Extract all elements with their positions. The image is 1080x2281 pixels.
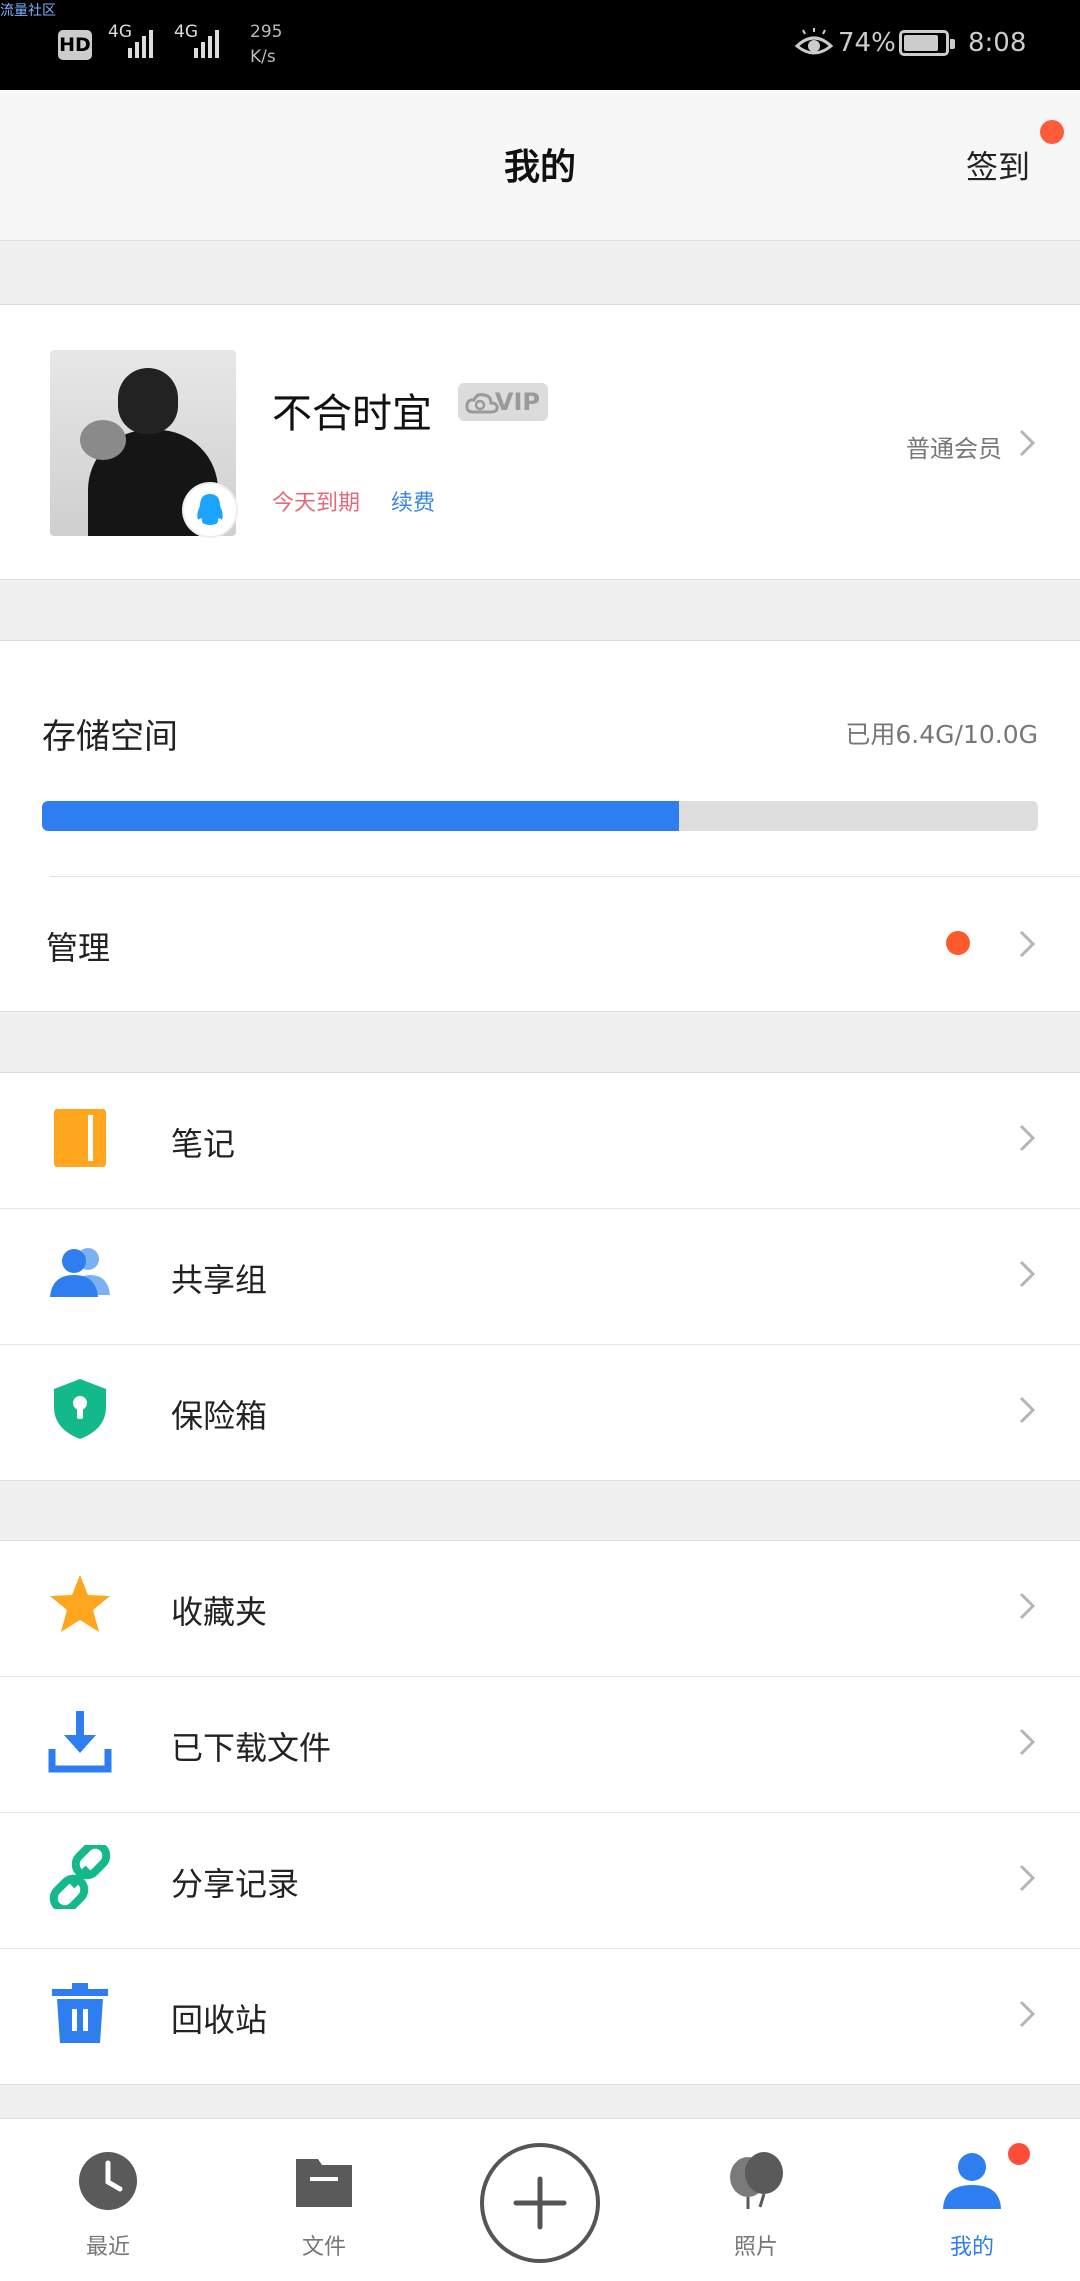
storage-section: 存储空间 已用6.4G/10.0G 管理 xyxy=(0,640,1080,1012)
chevron-right-icon xyxy=(1018,929,1036,959)
header: 我的 签到 xyxy=(0,90,1080,241)
profile-card[interactable]: 不合时宜 VIP 今天到期 续费 普通会员 xyxy=(0,304,1080,580)
expire-text: 今天到期 xyxy=(272,491,361,516)
star-icon xyxy=(50,1575,110,1632)
link-icon xyxy=(49,1845,111,1909)
network-speed: 295 K/s xyxy=(250,20,282,70)
menu-item-label: 保险箱 xyxy=(171,1397,268,1435)
chevron-right-icon xyxy=(1018,1591,1036,1621)
menu-item-favorites[interactable]: 收藏夹 xyxy=(0,1541,1080,1677)
tab-label: 文件 xyxy=(301,2235,346,2260)
page-title: 我的 xyxy=(503,147,576,188)
menu-item-share-history[interactable]: 分享记录 xyxy=(0,1813,1080,1949)
chevron-right-icon xyxy=(1018,1259,1036,1289)
menu-item-label: 已下载文件 xyxy=(171,1729,332,1767)
signal-icon xyxy=(194,30,219,58)
folder-icon xyxy=(296,2159,352,2207)
tab-label: 我的 xyxy=(949,2235,994,2260)
notification-dot xyxy=(1040,120,1064,144)
person-icon xyxy=(943,2153,1001,2209)
tab-photos[interactable]: 照片 xyxy=(686,2119,826,2281)
chevron-right-icon xyxy=(1018,428,1036,458)
checkin-button[interactable]: 签到 xyxy=(966,142,1030,188)
menu-item-recycle-bin[interactable]: 回收站 xyxy=(0,1949,1080,2084)
watermark: 流量社区 xyxy=(0,3,56,19)
menu-item-label: 收藏夹 xyxy=(171,1593,268,1631)
menu-item-downloads[interactable]: 已下载文件 xyxy=(0,1677,1080,1813)
cloud-icon xyxy=(465,393,499,414)
qq-badge xyxy=(184,484,236,536)
vip-label: VIP xyxy=(494,388,540,416)
group-users-icon xyxy=(50,1248,110,1297)
download-icon xyxy=(48,1711,112,1773)
tab-files[interactable]: 文件 xyxy=(254,2119,394,2281)
chevron-right-icon xyxy=(1018,1395,1036,1425)
add-button[interactable] xyxy=(480,2143,600,2263)
safe-shield-icon xyxy=(54,1379,106,1439)
penguin-icon xyxy=(197,494,223,525)
notification-dot xyxy=(946,931,970,955)
menu-group-files: 收藏夹 已下载文件 分享记录 回收站 xyxy=(0,1540,1080,2085)
photo-balloon-icon xyxy=(730,2152,783,2209)
storage-progress-fill xyxy=(42,801,680,831)
chevron-right-icon xyxy=(1018,1727,1036,1757)
menu-item-share-group[interactable]: 共享组 xyxy=(0,1209,1080,1345)
menu-item-notes[interactable]: 笔记 xyxy=(0,1073,1080,1209)
menu-group-tools: 笔记 共享组 保险箱 xyxy=(0,1072,1080,1481)
storage-progress xyxy=(42,801,1038,831)
manage-button[interactable]: 管理 xyxy=(46,923,110,969)
hd-icon: HD xyxy=(58,30,92,60)
member-level[interactable]: 普通会员 xyxy=(906,429,1002,464)
storage-used: 已用6.4G/10.0G xyxy=(845,720,1038,749)
speed-unit: K/s xyxy=(250,47,276,67)
menu-item-label: 分享记录 xyxy=(171,1865,300,1903)
username: 不合时宜 xyxy=(272,391,432,437)
battery-percent: 74% xyxy=(838,28,896,58)
trash-icon xyxy=(52,1983,108,2043)
battery-icon xyxy=(899,30,955,56)
bottom-tab-bar: 最近 文件 照片 我的 xyxy=(0,2118,1080,2281)
tab-label: 照片 xyxy=(733,2235,778,2260)
menu-item-label: 回收站 xyxy=(171,2001,268,2039)
plus-icon xyxy=(513,2176,567,2230)
status-bar: 流量社区 HD 4G 4G 295 K/s 74% 8:08 xyxy=(0,0,1080,90)
tab-recent[interactable]: 最近 xyxy=(38,2119,178,2281)
chevron-right-icon xyxy=(1018,1863,1036,1893)
vip-badge: VIP xyxy=(458,383,548,421)
clock-icon xyxy=(79,2152,137,2210)
notebook-icon xyxy=(54,1109,106,1167)
divider xyxy=(50,876,1080,877)
menu-item-label: 共享组 xyxy=(171,1261,268,1299)
chevron-right-icon xyxy=(1018,1123,1036,1153)
menu-item-label: 笔记 xyxy=(171,1125,236,1163)
menu-item-safe[interactable]: 保险箱 xyxy=(0,1345,1080,1480)
eye-comfort-icon xyxy=(795,28,833,55)
tab-label: 最近 xyxy=(85,2235,130,2260)
chevron-right-icon xyxy=(1018,1999,1036,2029)
storage-label: 存储空间 xyxy=(42,717,178,757)
speed-value: 295 xyxy=(250,22,283,42)
signal-icon xyxy=(128,30,153,58)
notification-dot xyxy=(1008,2143,1030,2165)
status-time: 8:08 xyxy=(968,28,1027,58)
renew-link[interactable]: 续费 xyxy=(391,485,435,517)
